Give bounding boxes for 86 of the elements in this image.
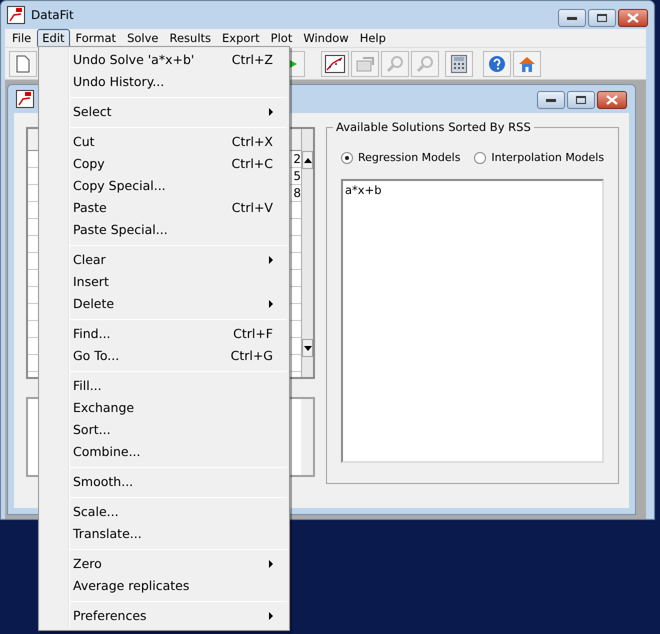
- menu-item[interactable]: Format: [70, 28, 122, 48]
- close-icon: [627, 13, 639, 23]
- group-title: Available Solutions Sorted By RSS: [333, 120, 534, 134]
- maximize-button[interactable]: [588, 9, 616, 27]
- menu-item[interactable]: Paste Special...: [41, 219, 287, 241]
- menu-item[interactable]: Results: [164, 28, 216, 48]
- menu-item[interactable]: Help: [354, 28, 391, 48]
- menu-item[interactable]: Sort...: [41, 419, 287, 441]
- magnifier-icon: [386, 54, 404, 72]
- menu-item[interactable]: Preferences: [41, 605, 287, 627]
- submenu-arrow-icon: [269, 300, 273, 308]
- table-cell: 5: [293, 168, 301, 184]
- minimize-button[interactable]: [537, 91, 566, 109]
- caret-down-icon: [304, 346, 312, 350]
- menu-item[interactable]: Paste Ctrl+V: [41, 197, 287, 219]
- menu-item[interactable]: Export: [217, 28, 265, 48]
- chart-icon: [7, 6, 25, 24]
- maximize-icon: [597, 14, 607, 22]
- menu-item[interactable]: Plot: [266, 28, 298, 48]
- list-item[interactable]: a*x+b: [345, 182, 600, 199]
- chart-icon: [325, 54, 345, 72]
- help-icon: [488, 54, 506, 72]
- scroll-down-button[interactable]: [302, 339, 313, 357]
- menu-item[interactable]: Edit: [37, 28, 70, 48]
- window-icon: [355, 54, 375, 72]
- new-file-button[interactable]: [9, 50, 37, 76]
- shortcut-label: Ctrl+F: [233, 324, 273, 343]
- menu-item[interactable]: Undo History...: [41, 71, 287, 93]
- submenu-arrow-icon: [269, 256, 273, 264]
- menu-item[interactable]: Copy Ctrl+C: [41, 153, 287, 175]
- scroll-up-button[interactable]: [302, 151, 313, 169]
- chart-button[interactable]: [321, 50, 349, 76]
- chart-icon: [16, 90, 34, 108]
- minimize-button[interactable]: [558, 9, 586, 27]
- submenu-arrow-icon: [269, 560, 273, 568]
- menu-item[interactable]: Translate...: [41, 523, 287, 545]
- menu-item[interactable]: Fill...: [41, 375, 287, 397]
- menu-item[interactable]: Copy Special...: [41, 175, 287, 197]
- shortcut-label: Ctrl+C: [232, 154, 273, 173]
- scrollbar[interactable]: [301, 129, 313, 377]
- menu-item[interactable]: Select: [41, 101, 287, 123]
- menu-item[interactable]: Solve: [122, 28, 164, 48]
- shortcut-label: Ctrl+G: [230, 346, 273, 365]
- menu-item[interactable]: Cut Ctrl+X: [41, 131, 287, 153]
- menu-item[interactable]: Combine...: [41, 441, 287, 463]
- close-button[interactable]: [597, 91, 628, 109]
- home-icon: [518, 55, 536, 72]
- menu-item[interactable]: Smooth...: [41, 471, 287, 493]
- menu-item[interactable]: Window: [298, 28, 354, 48]
- menu-item[interactable]: Scale...: [41, 501, 287, 523]
- maximize-button[interactable]: [567, 91, 596, 109]
- menu-item[interactable]: Go To... Ctrl+G: [41, 345, 287, 367]
- menu-item[interactable]: Exchange: [41, 397, 287, 419]
- close-button[interactable]: [618, 9, 648, 27]
- menu-item[interactable]: Find... Ctrl+F: [41, 323, 287, 345]
- menu-item[interactable]: Undo Solve 'a*x+b' Ctrl+Z: [41, 49, 287, 71]
- table-cell: 2: [293, 151, 301, 167]
- scrollbar[interactable]: [301, 399, 313, 475]
- calculator-button[interactable]: [445, 50, 473, 76]
- maximize-icon: [576, 96, 586, 104]
- menu-item[interactable]: File: [7, 28, 36, 48]
- table-cell: 8: [293, 185, 301, 201]
- minimize-icon: [546, 98, 556, 102]
- radio-label: Regression Models: [358, 150, 460, 166]
- submenu-arrow-icon: [269, 108, 273, 116]
- caret-up-icon: [304, 158, 312, 162]
- shortcut-label: Ctrl+V: [232, 198, 273, 217]
- calculator-icon: [451, 54, 467, 72]
- shortcut-label: Ctrl+X: [232, 132, 273, 151]
- window-title: DataFit: [31, 7, 74, 24]
- document-icon: [16, 54, 30, 72]
- submenu-arrow-icon: [269, 612, 273, 620]
- minimize-icon: [567, 16, 577, 20]
- menu-item[interactable]: Insert: [41, 271, 287, 293]
- radio-button[interactable]: [341, 152, 353, 164]
- shortcut-label: Ctrl+Z: [232, 50, 273, 69]
- magnifier-icon: [416, 54, 434, 72]
- menu-item[interactable]: Delete: [41, 293, 287, 315]
- menu-item[interactable]: Average replicates: [41, 575, 287, 597]
- home-button[interactable]: [513, 50, 541, 76]
- menu-item[interactable]: Clear: [41, 249, 287, 271]
- radio-button[interactable]: [474, 152, 486, 164]
- radio-label: Interpolation Models: [491, 150, 604, 166]
- help-button[interactable]: [483, 50, 511, 76]
- close-icon: [606, 95, 618, 105]
- menu-item[interactable]: Zero: [41, 553, 287, 575]
